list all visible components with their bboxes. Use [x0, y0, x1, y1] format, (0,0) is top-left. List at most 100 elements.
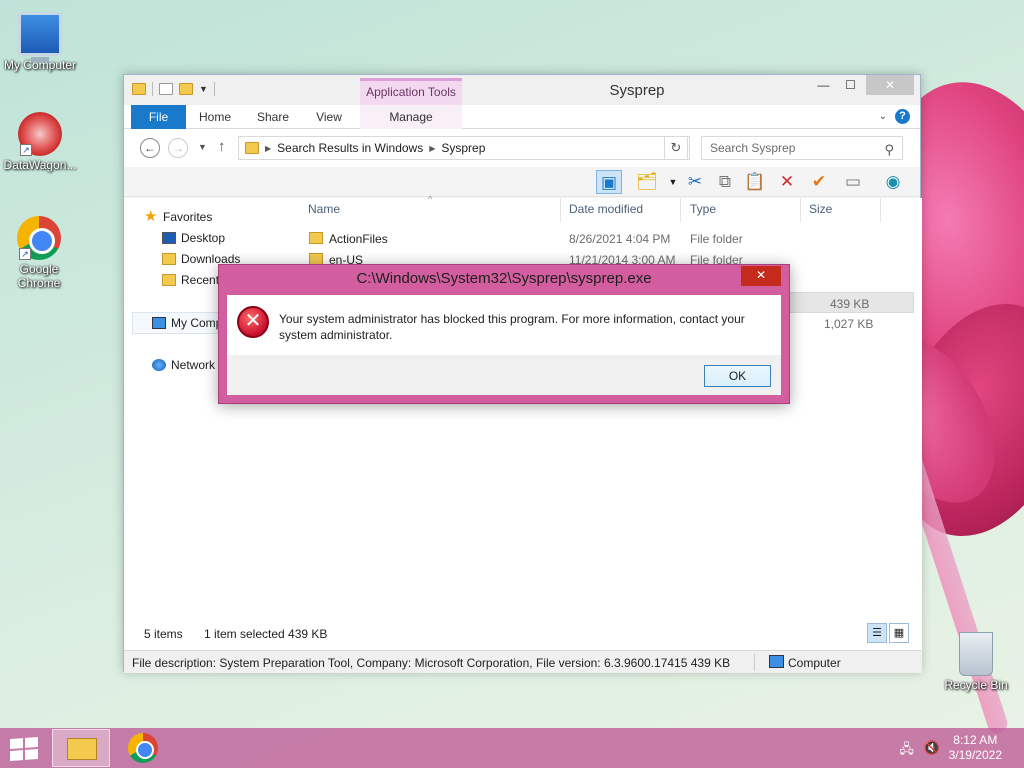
datawagon-icon: ↗ [18, 112, 62, 156]
file-description: File description: System Preparation Too… [132, 656, 731, 670]
dialog-title: C:\Windows\System32\Sysprep\sysprep.exe [356, 270, 652, 287]
column-header-type[interactable]: Type [690, 202, 716, 216]
clock-time: 8:12 AM [953, 733, 998, 747]
taskbar-chrome[interactable] [116, 729, 174, 767]
selection-info: 1 item selected 439 KB [204, 627, 328, 641]
back-button[interactable]: ← [140, 138, 160, 158]
column-header-size[interactable]: Size [809, 202, 832, 216]
chevron-right-icon[interactable]: ▶ [429, 144, 435, 153]
help-icon[interactable]: ? [895, 109, 910, 124]
expand-ribbon-icon[interactable]: ⌄ [879, 111, 887, 122]
network-icon [152, 359, 166, 371]
dialog-body: ✕ Your system administrator has blocked … [227, 295, 781, 355]
column-header-date[interactable]: Date modified [569, 202, 643, 216]
computer-icon [152, 317, 166, 329]
taskbar-file-explorer[interactable] [52, 729, 110, 767]
breadcrumb-item[interactable]: Search Results in Windows [277, 141, 423, 155]
shortcut-arrow-icon: ↗ [20, 144, 32, 156]
file-list: Name ^ Date modified Type Size ActionFil… [294, 194, 922, 618]
ribbon-tabs: File Home Share View Manage ⌄ ? [124, 105, 920, 129]
navigation-pane: ★ Favorites Desktop Downloads Recent pla… [124, 198, 294, 618]
tab-home[interactable]: Home [194, 105, 236, 129]
nav-item-favorites[interactable]: ★ Favorites [144, 208, 213, 225]
desktop-icon-chrome[interactable]: ↗ Google Chrome [0, 216, 78, 290]
file-explorer-icon [67, 738, 97, 760]
status-bar: 5 items 1 item selected 439 KB ☰ ▦ [124, 618, 922, 650]
column-divider[interactable] [800, 198, 801, 222]
desktop-icon-label: Recycle Bin [944, 678, 1008, 692]
recent-places-icon [162, 274, 176, 286]
desktop-icon-datawagon[interactable]: ↗ DataWagon... [0, 112, 80, 172]
folder-icon [245, 142, 259, 154]
file-type: File folder [690, 232, 743, 246]
start-button[interactable] [10, 737, 38, 761]
desktop-icon-recycle-bin[interactable]: Recycle Bin [936, 632, 1016, 692]
refresh-button[interactable]: ↻ [664, 136, 688, 160]
tab-view[interactable]: View [310, 105, 348, 129]
minimize-button[interactable]: — [810, 75, 837, 95]
copy-icon[interactable]: ⧉ [712, 170, 738, 194]
chevron-right-icon[interactable]: ▶ [265, 144, 271, 153]
desktop-icon-my-computer[interactable]: My Computer [0, 12, 80, 72]
chrome-icon [128, 733, 158, 763]
ribbon-right-controls: ⌄ ? [879, 109, 910, 124]
search-input[interactable]: Search Sysprep ⚲ [701, 136, 903, 160]
globe-icon[interactable]: ◉ [880, 170, 906, 194]
delete-icon[interactable]: ✕ [774, 170, 800, 194]
large-icons-view-icon[interactable]: ▦ [889, 623, 909, 643]
nav-item-desktop[interactable]: Desktop [162, 231, 225, 245]
sort-ascending-icon: ^ [428, 194, 433, 204]
file-date: 8/26/2021 4:04 PM [569, 232, 671, 246]
close-button[interactable]: ✕ [866, 75, 914, 95]
error-icon: ✕ [237, 306, 269, 338]
tab-manage[interactable]: Manage [360, 105, 462, 129]
details-view-icon[interactable]: ☰ [867, 623, 887, 643]
nav-label: Favorites [163, 210, 213, 224]
tab-file[interactable]: File [131, 105, 186, 129]
ok-button[interactable]: OK [704, 365, 771, 387]
up-button[interactable]: ↑ [218, 138, 226, 155]
column-header-name[interactable]: Name [308, 202, 340, 216]
nav-label: Network [171, 358, 216, 372]
column-divider[interactable] [560, 198, 561, 222]
folder-options-icon[interactable]: 🗂 [634, 170, 660, 194]
tab-share[interactable]: Share [252, 105, 294, 129]
search-placeholder: Search Sysprep [710, 141, 796, 155]
file-name: ActionFiles [329, 232, 388, 246]
star-icon: ★ [144, 208, 158, 225]
address-bar[interactable]: ▶ Search Results in Windows ▶ Sysprep [238, 136, 690, 160]
column-divider[interactable] [880, 198, 881, 222]
computer-icon [18, 12, 62, 62]
clock[interactable]: 8:12 AM 3/19/2022 [949, 733, 1002, 763]
paste-icon[interactable]: 📋 [742, 170, 768, 194]
file-size: 439 KB [830, 297, 870, 311]
error-dialog: C:\Windows\System32\Sysprep\sysprep.exe … [218, 264, 790, 404]
details-bar: File description: System Preparation Too… [124, 650, 922, 673]
table-row[interactable]: ActionFiles 8/26/2021 4:04 PM File folde… [304, 228, 914, 249]
volume-muted-icon[interactable]: 🔇 [924, 740, 940, 762]
network-icon[interactable]: 🖧 [899, 740, 914, 762]
maximize-button[interactable]: ☐ [837, 75, 864, 95]
dialog-close-button[interactable]: ✕ [741, 266, 781, 286]
preview-pane-icon[interactable]: ▣ [596, 170, 622, 194]
folder-icon [309, 232, 323, 244]
desktop-icon-label: DataWagon... [3, 158, 77, 172]
forward-button[interactable]: → [168, 138, 188, 158]
nav-item-network[interactable]: Network [152, 358, 215, 372]
recent-locations-icon[interactable]: ▼ [198, 142, 207, 152]
desktop-icon [162, 232, 176, 244]
breadcrumb-item[interactable]: Sysprep [441, 141, 485, 155]
cut-icon[interactable]: ✂ [682, 170, 708, 194]
item-count: 5 items [144, 627, 183, 641]
column-divider[interactable] [680, 198, 681, 222]
search-icon[interactable]: ⚲ [884, 139, 894, 161]
desktop-icon-label: Google Chrome [17, 262, 61, 290]
computer-icon [769, 655, 784, 668]
divider [754, 654, 755, 671]
properties-check-icon[interactable]: ✔ [806, 170, 832, 194]
window-title: Sysprep [609, 82, 665, 99]
shortcut-arrow-icon: ↗ [19, 248, 31, 260]
dialog-message: Your system administrator has blocked th… [279, 312, 745, 342]
rename-icon[interactable]: ▭ [840, 170, 866, 194]
recycle-bin-icon [959, 632, 993, 676]
